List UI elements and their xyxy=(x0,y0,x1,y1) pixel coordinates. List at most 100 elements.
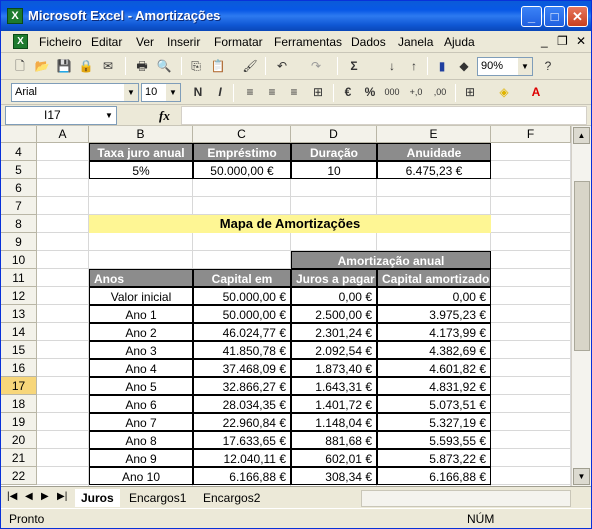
close-button[interactable]: ✕ xyxy=(567,6,588,27)
row-header[interactable]: 11 xyxy=(1,269,37,287)
param-value[interactable]: 5% xyxy=(89,161,193,179)
table-cell[interactable]: 17.633,65 € xyxy=(193,431,291,449)
format-painter-icon[interactable]: 🖌 xyxy=(241,57,259,75)
excel-app-icon[interactable]: X xyxy=(7,8,23,24)
table-cell[interactable]: 1.643,31 € xyxy=(291,377,377,395)
undo-icon[interactable]: ↶ xyxy=(273,57,291,75)
table-cell[interactable]: 3.975,23 € xyxy=(377,305,491,323)
row-header[interactable]: 19 xyxy=(1,413,37,431)
table-cell[interactable]: 6.166,88 € xyxy=(377,467,491,485)
print-preview-icon[interactable]: 🔍 xyxy=(155,57,173,75)
merge-center-icon[interactable]: ⊞ xyxy=(309,83,327,101)
row-header[interactable]: 5 xyxy=(1,161,37,179)
table-header[interactable]: Capital amortizado xyxy=(377,269,491,287)
align-left-icon[interactable]: ≡ xyxy=(241,83,259,101)
menu-editar[interactable]: Editar xyxy=(91,35,122,49)
font-combo[interactable]: Arial ▼ xyxy=(11,83,139,102)
row-header[interactable]: 18 xyxy=(1,395,37,413)
table-cell[interactable]: 32.866,27 € xyxy=(193,377,291,395)
minimize-button[interactable]: _ xyxy=(521,6,542,27)
table-cell[interactable]: Valor inicial xyxy=(89,287,193,305)
paste-icon[interactable]: 📋 xyxy=(209,57,227,75)
column-header[interactable]: D xyxy=(291,126,377,143)
column-header[interactable]: C xyxy=(193,126,291,143)
param-value[interactable]: 10 xyxy=(291,161,377,179)
column-header[interactable]: E xyxy=(377,126,491,143)
table-cell[interactable]: 6.166,88 € xyxy=(193,467,291,485)
borders-icon[interactable]: ⊞ xyxy=(461,83,479,101)
table-cell[interactable]: 50.000,00 € xyxy=(193,305,291,323)
table-cell[interactable]: Ano 3 xyxy=(89,341,193,359)
table-cell[interactable]: 1.148,04 € xyxy=(291,413,377,431)
save-icon[interactable]: 💾 xyxy=(55,57,73,75)
menu-restore-icon[interactable]: ❐ xyxy=(557,34,568,48)
table-cell[interactable]: 1.401,72 € xyxy=(291,395,377,413)
table-cell[interactable]: 4.173,99 € xyxy=(377,323,491,341)
next-sheet-icon[interactable]: ▶ xyxy=(41,491,49,502)
row-header[interactable]: 15 xyxy=(1,341,37,359)
table-cell[interactable]: Ano 1 xyxy=(89,305,193,323)
percent-button[interactable]: % xyxy=(361,83,379,101)
chart-wizard-icon[interactable]: ▮ xyxy=(433,57,451,75)
maximize-button[interactable]: □ xyxy=(544,6,565,27)
table-cell[interactable]: 2.500,00 € xyxy=(291,305,377,323)
thousands-button[interactable]: 000 xyxy=(383,83,401,101)
increase-decimal-button[interactable]: +,0 xyxy=(407,83,425,101)
table-cell[interactable]: 5.073,51 € xyxy=(377,395,491,413)
menu-ver[interactable]: Ver xyxy=(136,35,154,49)
sheet-tab-encargos2[interactable]: Encargos2 xyxy=(197,489,266,507)
prev-sheet-icon[interactable]: ◀ xyxy=(25,491,33,502)
map-title[interactable]: Mapa de Amortizações xyxy=(89,215,491,233)
table-cell[interactable]: Ano 5 xyxy=(89,377,193,395)
vertical-scrollbar[interactable]: ▲ ▼ xyxy=(571,126,591,486)
menu-inserir[interactable]: Inserir xyxy=(167,35,200,49)
zoom-combo[interactable]: 90% ▼ xyxy=(477,57,533,76)
table-cell[interactable]: Ano 9 xyxy=(89,449,193,467)
table-cell[interactable]: 41.850,78 € xyxy=(193,341,291,359)
font-size-combo[interactable]: 10 ▼ xyxy=(141,83,181,102)
scroll-thumb[interactable] xyxy=(574,181,590,351)
align-center-icon[interactable]: ≡ xyxy=(263,83,281,101)
menu-ajuda[interactable]: Ajuda xyxy=(444,35,475,49)
table-cell[interactable]: Ano 4 xyxy=(89,359,193,377)
last-sheet-icon[interactable]: ▶| xyxy=(57,491,67,502)
table-cell[interactable]: 4.831,92 € xyxy=(377,377,491,395)
param-value[interactable]: 6.475,23 € xyxy=(377,161,491,179)
row-header[interactable]: 20 xyxy=(1,431,37,449)
table-cell[interactable]: Ano 10 xyxy=(89,467,193,485)
chevron-down-icon[interactable]: ▼ xyxy=(102,107,116,124)
row-header[interactable]: 13 xyxy=(1,305,37,323)
sort-descending-icon[interactable]: ↑ xyxy=(405,57,423,75)
select-all-corner[interactable] xyxy=(1,126,37,143)
scroll-up-icon[interactable]: ▲ xyxy=(573,127,590,144)
sort-ascending-icon[interactable]: ↓ xyxy=(383,57,401,75)
menu-close-icon[interactable]: ✕ xyxy=(576,34,586,48)
menu-ficheiro[interactable]: Ficheiro xyxy=(39,35,82,49)
table-cell[interactable]: 12.040,11 € xyxy=(193,449,291,467)
menu-ferramentas[interactable]: Ferramentas xyxy=(274,35,342,49)
insert-function-icon[interactable]: fx xyxy=(159,108,170,124)
param-header[interactable]: Empréstimo xyxy=(193,143,291,161)
chevron-down-icon[interactable]: ▼ xyxy=(166,84,180,101)
column-header[interactable]: B xyxy=(89,126,193,143)
font-color-icon[interactable]: A xyxy=(527,83,545,101)
row-header[interactable]: 22 xyxy=(1,467,37,485)
table-cell[interactable]: 308,34 € xyxy=(291,467,377,485)
table-cell[interactable]: 22.960,84 € xyxy=(193,413,291,431)
table-cell[interactable]: 4.601,82 € xyxy=(377,359,491,377)
table-cell[interactable]: 5.873,22 € xyxy=(377,449,491,467)
italic-button[interactable]: I xyxy=(211,83,229,101)
table-cell[interactable]: 0,00 € xyxy=(377,287,491,305)
workbook-icon[interactable]: X xyxy=(13,34,28,49)
table-cell[interactable]: 46.024,77 € xyxy=(193,323,291,341)
table-cell[interactable]: 1.873,40 € xyxy=(291,359,377,377)
row-header[interactable]: 9 xyxy=(1,233,37,251)
row-header[interactable]: 10 xyxy=(1,251,37,269)
open-icon[interactable]: 📂 xyxy=(33,57,51,75)
currency-button[interactable]: € xyxy=(339,83,357,101)
help-icon[interactable]: ? xyxy=(539,57,557,75)
print-icon[interactable]: 🖶 xyxy=(133,57,151,75)
email-icon[interactable]: ✉ xyxy=(99,57,117,75)
bold-button[interactable]: N xyxy=(189,83,207,101)
menu-janela[interactable]: Janela xyxy=(398,35,433,49)
